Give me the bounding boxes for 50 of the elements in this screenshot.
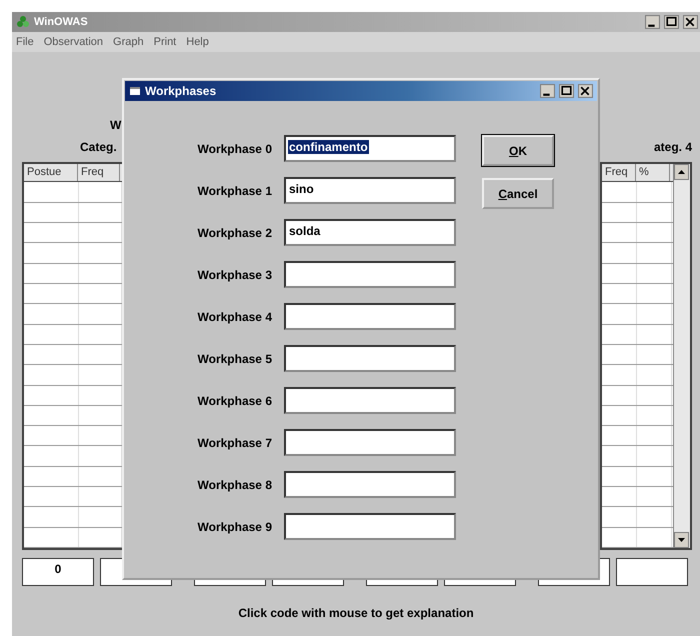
minimize-icon[interactable] [645, 15, 660, 29]
column-header: Postue [24, 164, 78, 182]
field-label: Workphase 9 [196, 520, 272, 534]
window-icon [129, 85, 141, 97]
text-field[interactable] [284, 429, 456, 456]
app-logo-icon [16, 15, 30, 29]
code-box[interactable] [616, 558, 688, 586]
field-label: Workphase 8 [196, 478, 272, 492]
menu-item[interactable]: Help [186, 36, 209, 48]
column-header: Freq [602, 164, 636, 182]
cancel-button[interactable]: Cancel [482, 178, 554, 209]
category-label: Categ. [80, 140, 117, 154]
scrollbar[interactable] [673, 164, 690, 548]
minimize-icon[interactable] [540, 84, 555, 98]
field-label: Workphase 4 [196, 310, 272, 324]
menu-item[interactable]: Print [154, 36, 176, 48]
text-field[interactable] [284, 387, 456, 414]
text-field[interactable]: confinamento [284, 135, 456, 162]
field-label: Workphase 0 [196, 142, 272, 156]
text-field[interactable] [284, 513, 456, 540]
maximize-icon[interactable] [664, 15, 679, 29]
heading-text: W [110, 118, 122, 132]
maximize-icon[interactable] [559, 84, 574, 98]
text-field[interactable] [284, 303, 456, 330]
window-title: WinOWAS [34, 16, 89, 28]
menu-item[interactable]: File [16, 36, 34, 48]
scroll-up-icon[interactable] [674, 164, 689, 180]
field-label: Workphase 6 [196, 394, 272, 408]
menu-item[interactable]: Observation [44, 36, 104, 48]
text-field[interactable] [284, 261, 456, 288]
field-label: Workphase 5 [196, 352, 272, 366]
field-label: Workphase 2 [196, 226, 272, 240]
code-box[interactable]: 0 [22, 558, 94, 586]
text-field[interactable]: sino [284, 177, 456, 204]
text-field[interactable] [284, 345, 456, 372]
field-label: Workphase 1 [196, 184, 272, 198]
ok-button[interactable]: OK [482, 135, 554, 166]
status-text: Click code with mouse to get explanation [237, 606, 475, 620]
text-field[interactable]: solda [284, 219, 456, 246]
column-header: % [636, 164, 670, 182]
column-header: Freq [78, 164, 120, 182]
category-label: ateg. 4 [654, 140, 692, 154]
close-icon[interactable] [683, 15, 698, 29]
field-label: Workphase 3 [196, 268, 272, 282]
close-icon[interactable] [578, 84, 593, 98]
dialog-title: Workphases [145, 84, 218, 98]
text-field[interactable] [284, 471, 456, 498]
menu-item[interactable]: Graph [113, 36, 144, 48]
field-label: Workphase 7 [196, 436, 272, 450]
scroll-down-icon[interactable] [674, 532, 689, 548]
